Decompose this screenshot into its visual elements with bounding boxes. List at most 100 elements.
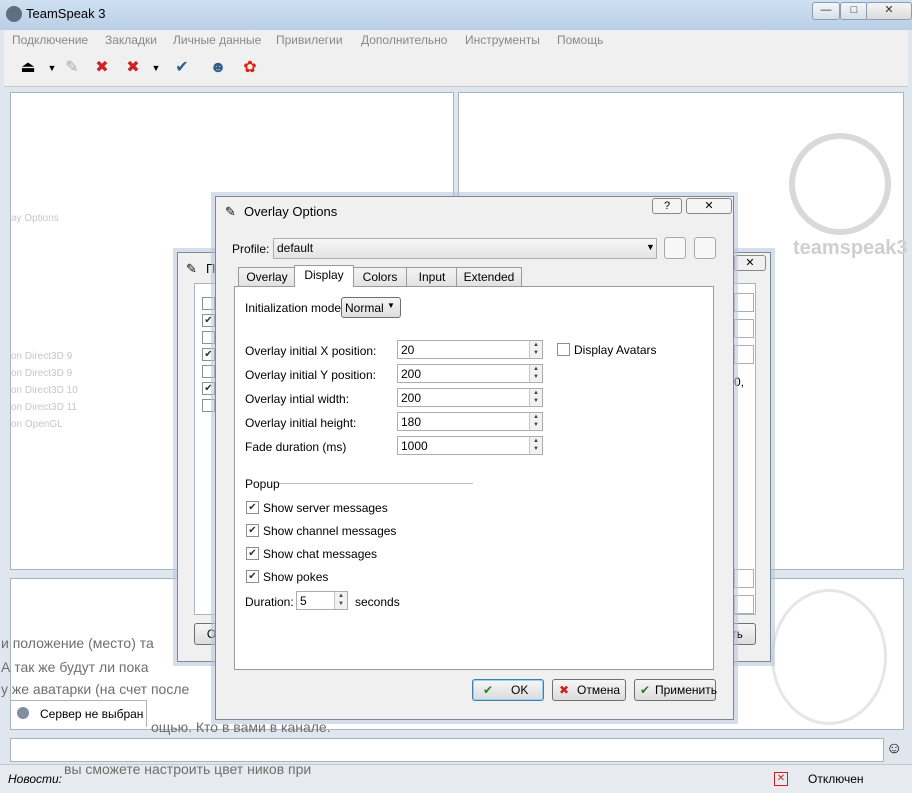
spinner-arrows-icon[interactable]: ▲ ▼ [529,341,542,358]
title-bar [0,0,912,30]
menu-extras[interactable]: Дополнительно [361,33,447,47]
y-position-input[interactable]: 200 ▲ ▼ [397,364,543,383]
option-checkbox[interactable]: ✔ [202,348,215,361]
add-profile-button[interactable] [664,237,686,259]
height-value: 180 [401,415,422,429]
fade-duration-input[interactable]: 1000 ▲ ▼ [397,436,543,455]
x-position-input[interactable]: 20 ▲ ▼ [397,340,543,359]
chat-line: у же аватарки (на счет после [1,681,190,697]
contacts-icon[interactable]: ☻ [208,58,228,78]
news-label: Новости: [8,772,63,786]
spinner-arrows-icon[interactable]: ▲ ▼ [529,365,542,382]
news-text: вы сможете настроить цвет ников при [64,761,312,777]
remove-profile-button[interactable] [694,237,716,259]
maximize-button[interactable]: □ [840,2,868,20]
apply-icon: ✔ [640,683,651,697]
tab-colors[interactable]: Colors [352,267,408,287]
height-input[interactable]: 180 ▲ ▼ [397,412,543,431]
disconnect-icon[interactable]: ⏏ [18,58,38,78]
close-dialog-button[interactable]: ✕ [686,198,732,214]
back-field[interactable] [734,293,754,312]
spinner-arrows-icon[interactable]: ▲ ▼ [529,413,542,430]
back-field[interactable] [734,595,754,614]
width-label: Overlay intial width: [245,392,350,406]
menu-tools[interactable]: Инструменты [465,33,540,47]
chat-line: и положение (место) та [1,635,154,651]
smiley-icon[interactable]: ☺ [886,740,902,758]
toolbar: ⏏ ▼ ✎ ✖ ✖ ▼ ✔ ☻ ✿ [4,50,908,87]
mute-speakers-icon[interactable]: ✖ [123,58,143,78]
status-bar: Новости: вы сможете настроить цвет ников… [0,761,912,793]
profile-select[interactable]: default ▼ [273,238,657,259]
chat-line: ощью. Кто в вами в канале. [151,719,331,735]
spinner-arrows-icon[interactable]: ▲ ▼ [529,389,542,406]
back-field[interactable] [734,345,754,364]
ok-button[interactable]: ✔ OK [472,679,544,701]
ok-label: OK [511,683,529,697]
init-mode-select[interactable]: Normal ▼ [341,297,401,318]
chevron-down-icon[interactable]: ▼ [42,58,62,78]
help-button[interactable]: ? [652,198,682,214]
width-input[interactable]: 200 ▲ ▼ [397,388,543,407]
server-tab-label: Сервер не выбран [40,707,144,721]
chevron-down-icon[interactable]: ▼ [146,58,166,78]
duration-input[interactable]: 5 ▲ ▼ [296,591,348,610]
option-checkbox[interactable]: ✔ [202,382,215,395]
cancel-icon: ✖ [559,683,570,697]
divider [279,483,473,484]
x-position-label: Overlay initial X position: [245,344,377,358]
server-tab[interactable]: Сервер не выбран [10,700,147,727]
option-checkbox[interactable] [202,331,215,344]
init-mode-label: Initialization mode: [245,301,345,315]
menu-permissions[interactable]: Привилегии [276,33,343,47]
options-dialog-title: П [206,261,216,276]
show-pokes-checkbox[interactable]: ✔ [246,570,259,583]
fade-duration-value: 1000 [401,439,428,453]
menu-bookmarks[interactable]: Закладки [105,33,157,47]
display-tab-panel: Initialization mode: Normal ▼ Overlay in… [234,286,714,670]
cancel-label: Отмена [577,683,621,697]
close-window-button[interactable]: ✕ [866,2,912,20]
back-field[interactable] [734,569,754,588]
apply-label: Применить [655,683,718,697]
show-server-messages-checkbox[interactable]: ✔ [246,501,259,514]
pencil-icon: ✎ [186,261,197,276]
show-channel-messages-checkbox[interactable]: ✔ [246,524,259,537]
y-position-label: Overlay initial Y position: [245,368,376,382]
tab-input[interactable]: Input [406,267,458,287]
fade-duration-label: Fade duration (ms) [245,440,347,454]
chat-icon[interactable]: ✔ [172,58,192,78]
back-field[interactable] [734,319,754,338]
menu-bar: Подключение Закладки Личные данные Приви… [4,30,908,50]
menu-self[interactable]: Личные данные [173,33,261,47]
option-checkbox[interactable] [202,297,215,310]
mute-mic-icon[interactable]: ✖ [92,58,112,78]
minimize-button[interactable]: — [812,2,840,20]
menu-help[interactable]: Помощь [557,33,603,47]
display-avatars-checkbox[interactable] [557,343,570,356]
menu-connection[interactable]: Подключение [12,33,88,47]
option-checkbox[interactable]: ✔ [202,314,215,327]
chevron-down-icon: ▼ [387,301,395,310]
show-chat-messages-checkbox[interactable]: ✔ [246,547,259,560]
option-checkbox[interactable] [202,399,215,412]
spinner-arrows-icon[interactable]: ▲ ▼ [334,592,347,609]
display-avatars-label: Display Avatars [574,343,657,357]
chat-input[interactable] [10,738,884,762]
cancel-button[interactable]: ✖ Отмена [552,679,626,701]
flame-icon[interactable]: ✿ [240,58,260,78]
faded-line: on Direct3D 11 [11,402,77,413]
back-text: 0, [734,375,745,389]
spinner-arrows-icon[interactable]: ▲ ▼ [529,437,542,454]
tab-extended[interactable]: Extended [456,267,522,287]
tab-overlay[interactable]: Overlay [238,267,296,287]
close-button[interactable]: ✕ [734,255,766,271]
watermark-icon [771,589,887,725]
apply-button[interactable]: ✔ Применить [634,679,718,701]
tab-display[interactable]: Display [294,265,354,287]
faded-line: on OpenGL [11,419,63,430]
disconnected-icon: ✕ [774,772,788,786]
away-icon[interactable]: ✎ [62,58,82,78]
init-mode-value: Normal [345,301,384,315]
option-checkbox[interactable] [202,365,215,378]
